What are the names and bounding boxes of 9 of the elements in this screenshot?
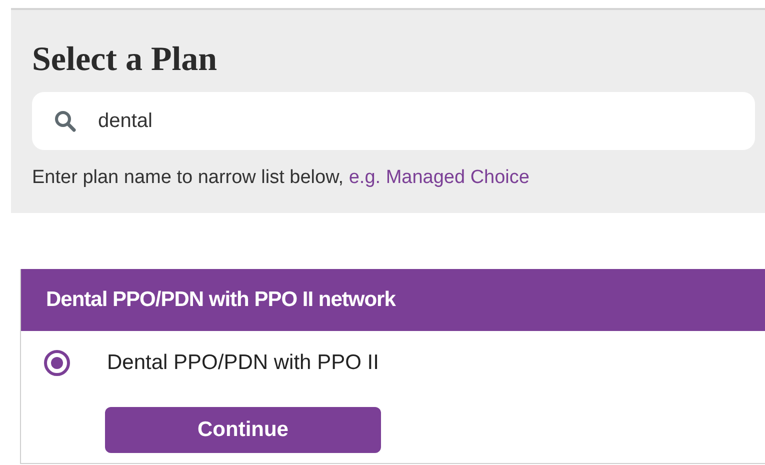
plan-group-title: Dental PPO/PDN with PPO II network: [46, 287, 396, 314]
example-link[interactable]: e.g. Managed Choice: [348, 167, 530, 188]
continue-button[interactable]: Continue: [105, 407, 381, 453]
hint-text: Enter plan name to narrow list below, e.g. Managed Choice: [32, 166, 530, 190]
option-label: Dental PPO/PDN with PPO II: [107, 350, 379, 376]
search-field[interactable]: dental: [32, 92, 755, 150]
radio-button[interactable]: [44, 350, 70, 376]
search-icon: [54, 110, 76, 132]
page-title: Select a Plan: [32, 40, 218, 80]
